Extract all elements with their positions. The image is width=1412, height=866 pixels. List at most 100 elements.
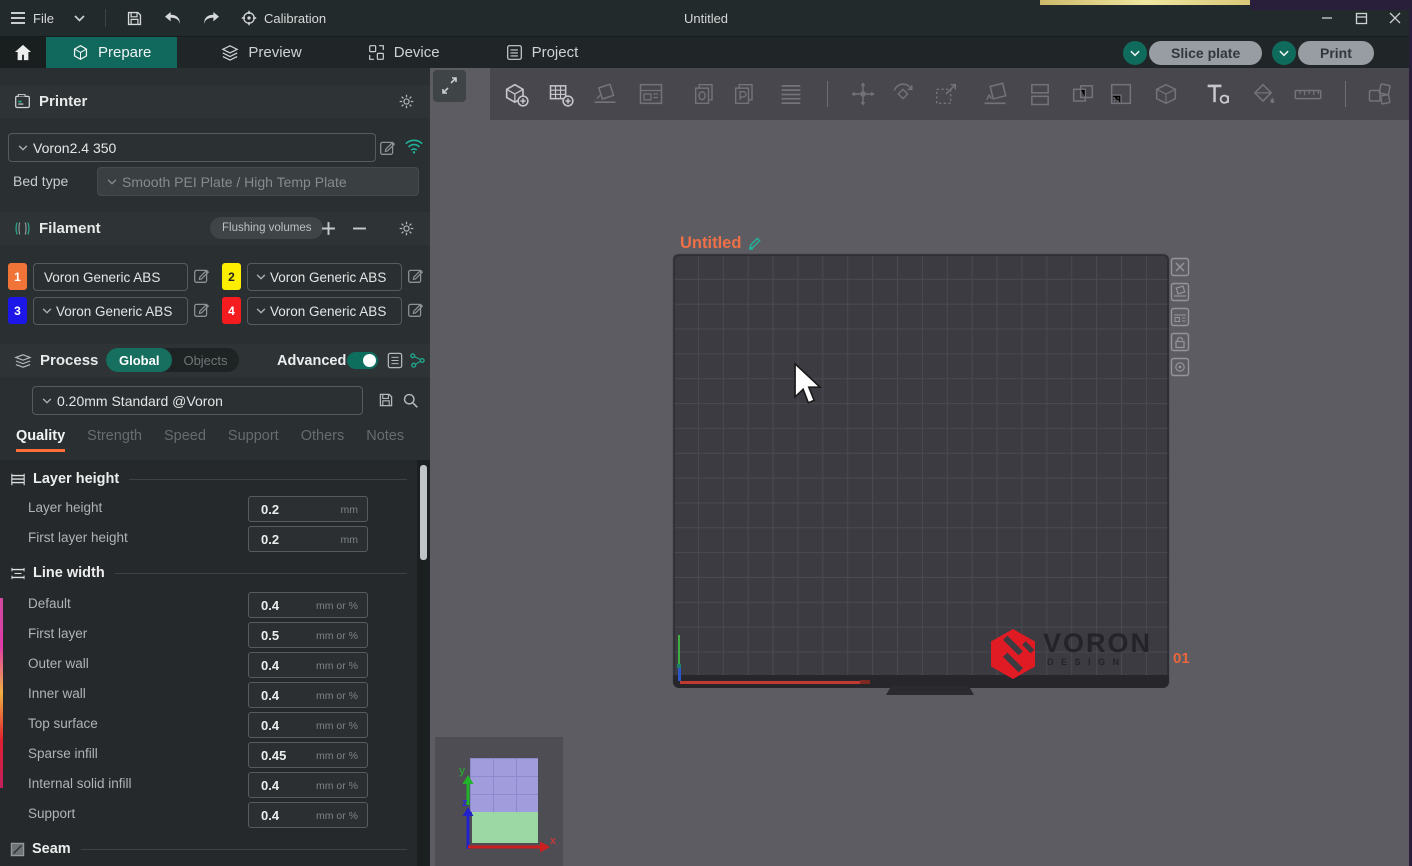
tab-preview[interactable]: Preview xyxy=(195,37,327,68)
bed-type-select[interactable]: Smooth PEI Plate / High Temp Plate xyxy=(97,167,419,196)
color-painting-button[interactable] xyxy=(1245,77,1281,111)
layer-height-input[interactable]: 0.2 mm xyxy=(248,496,368,522)
search-icon[interactable] xyxy=(402,392,419,409)
printer-section-header: Printer xyxy=(0,85,430,118)
tab-notes[interactable]: Notes xyxy=(366,428,404,452)
param-value: 0.4 xyxy=(261,718,279,733)
assembly-view-button[interactable] xyxy=(1362,77,1398,111)
undo-button[interactable] xyxy=(153,0,192,36)
paste-button[interactable] xyxy=(727,77,763,111)
split-to-objects-button[interactable] xyxy=(1022,77,1058,111)
line-width-outer-wall-input[interactable]: 0.4 mm or % xyxy=(248,652,368,678)
tab-quality[interactable]: Quality xyxy=(16,428,65,452)
list-icon[interactable] xyxy=(387,352,403,369)
gear-icon[interactable] xyxy=(398,220,415,237)
sidebar-scrollbar[interactable] xyxy=(417,460,430,866)
line-width-internal-solid-infill-input[interactable]: 0.4 mm or % xyxy=(248,772,368,798)
scale-button[interactable] xyxy=(928,77,964,111)
lock-plate-icon[interactable] xyxy=(1170,332,1190,352)
first-layer-height-input[interactable]: 0.2 mm xyxy=(248,526,368,552)
orient-plate-icon[interactable] xyxy=(1170,282,1190,302)
viewport-3d[interactable]: Untitled VORON DESIGN 01 xyxy=(430,68,1412,866)
save-button[interactable] xyxy=(116,0,153,36)
edit-icon[interactable] xyxy=(193,301,210,318)
param-unit: mm or % xyxy=(316,810,358,822)
plate-settings-icon[interactable] xyxy=(1170,357,1190,377)
advanced-toggle[interactable] xyxy=(347,352,378,369)
line-width-default-input[interactable]: 0.4 mm or % xyxy=(248,592,368,618)
filament-3-value: Voron Generic ABS xyxy=(56,304,172,319)
edit-icon[interactable] xyxy=(407,301,424,318)
redo-button[interactable] xyxy=(192,0,231,36)
tab-support[interactable]: Support xyxy=(228,428,279,452)
arrange-plate-icon[interactable] xyxy=(1170,307,1190,327)
axis-x-tip xyxy=(860,680,870,684)
save-preset-icon[interactable] xyxy=(378,392,394,408)
plate-thumbnail[interactable]: y z x xyxy=(435,737,563,866)
wifi-icon[interactable] xyxy=(404,138,424,154)
variable-layer-height-button[interactable] xyxy=(1103,77,1139,111)
print-button[interactable]: Print xyxy=(1298,41,1374,65)
process-preset-select[interactable]: 0.20mm Standard @Voron xyxy=(32,386,363,415)
tab-others[interactable]: Others xyxy=(301,428,345,452)
auto-orient-button[interactable] xyxy=(587,77,623,111)
delete-plate-icon[interactable] xyxy=(1170,257,1190,277)
plus-icon[interactable] xyxy=(321,221,336,236)
minus-icon[interactable] xyxy=(352,221,367,236)
flushing-volumes-button[interactable]: Flushing volumes xyxy=(210,217,323,239)
printer-preset-select[interactable]: Voron2.4 350 xyxy=(8,133,376,162)
tab-speed[interactable]: Speed xyxy=(164,428,206,452)
edit-icon[interactable] xyxy=(193,267,210,284)
line-width-first-layer-input[interactable]: 0.5 mm or % xyxy=(248,622,368,648)
arrange-button[interactable] xyxy=(633,77,669,111)
filament-2-select[interactable]: Voron Generic ABS xyxy=(247,263,402,291)
compare-presets-icon[interactable] xyxy=(409,352,426,369)
tab-strength[interactable]: Strength xyxy=(87,428,142,452)
home-button[interactable] xyxy=(0,37,46,68)
print-options-button[interactable] xyxy=(1272,41,1296,65)
calibration-button[interactable]: Calibration xyxy=(231,0,336,36)
filament-1-color-chip[interactable]: 1 xyxy=(8,263,27,290)
add-object-button[interactable] xyxy=(498,77,534,111)
plate-name-text: Untitled xyxy=(680,234,741,253)
scope-objects-button[interactable]: Objects xyxy=(172,353,238,368)
filament-3-color-chip[interactable]: 3 xyxy=(8,297,27,324)
lay-on-face-button[interactable] xyxy=(977,77,1013,111)
tab-project[interactable]: Project xyxy=(480,37,605,68)
scrollbar-thumb[interactable] xyxy=(420,465,427,560)
layers-list-button[interactable] xyxy=(773,77,809,111)
filament-3-select[interactable]: Voron Generic ABS xyxy=(33,297,188,325)
edit-icon[interactable] xyxy=(407,267,424,284)
mesh-boolean-button[interactable] xyxy=(1148,77,1184,111)
scope-global-button[interactable]: Global xyxy=(106,348,172,372)
sidebar-collapse-button[interactable] xyxy=(433,70,466,102)
move-button[interactable] xyxy=(845,77,881,111)
edit-icon[interactable] xyxy=(379,139,396,156)
plate-name[interactable]: Untitled xyxy=(680,234,762,253)
slice-plate-button[interactable]: Slice plate xyxy=(1149,41,1262,65)
lay-flat-icon xyxy=(981,80,1009,108)
tab-prepare[interactable]: Prepare xyxy=(46,37,177,68)
pencil-icon[interactable] xyxy=(747,236,762,251)
line-width-sparse-infill-input[interactable]: 0.45 mm or % xyxy=(248,742,368,768)
add-plate-button[interactable] xyxy=(543,77,579,111)
copy-button[interactable] xyxy=(687,77,723,111)
filament-2-color-chip[interactable]: 2 xyxy=(222,263,241,290)
filament-4-color-chip[interactable]: 4 xyxy=(222,297,241,324)
filament-4-select[interactable]: Voron Generic ABS xyxy=(247,297,402,325)
home-icon xyxy=(14,44,32,61)
line-width-inner-wall-input[interactable]: 0.4 mm or % xyxy=(248,682,368,708)
text-tool-button[interactable] xyxy=(1200,77,1236,111)
build-plate[interactable] xyxy=(672,253,1170,688)
line-width-support-input[interactable]: 0.4 mm or % xyxy=(248,802,368,828)
slice-options-button[interactable] xyxy=(1123,41,1147,65)
measure-button[interactable] xyxy=(1290,77,1326,111)
split-to-parts-button[interactable] xyxy=(1065,77,1101,111)
line-width-top-surface-input[interactable]: 0.4 mm or % xyxy=(248,712,368,738)
filament-1-select[interactable]: Voron Generic ABS xyxy=(33,263,188,291)
tab-device[interactable]: Device xyxy=(342,37,466,68)
gear-icon[interactable] xyxy=(398,93,415,110)
rotate-button[interactable] xyxy=(885,77,921,111)
menu-expand-button[interactable] xyxy=(64,0,95,36)
file-menu[interactable]: File xyxy=(0,0,64,36)
